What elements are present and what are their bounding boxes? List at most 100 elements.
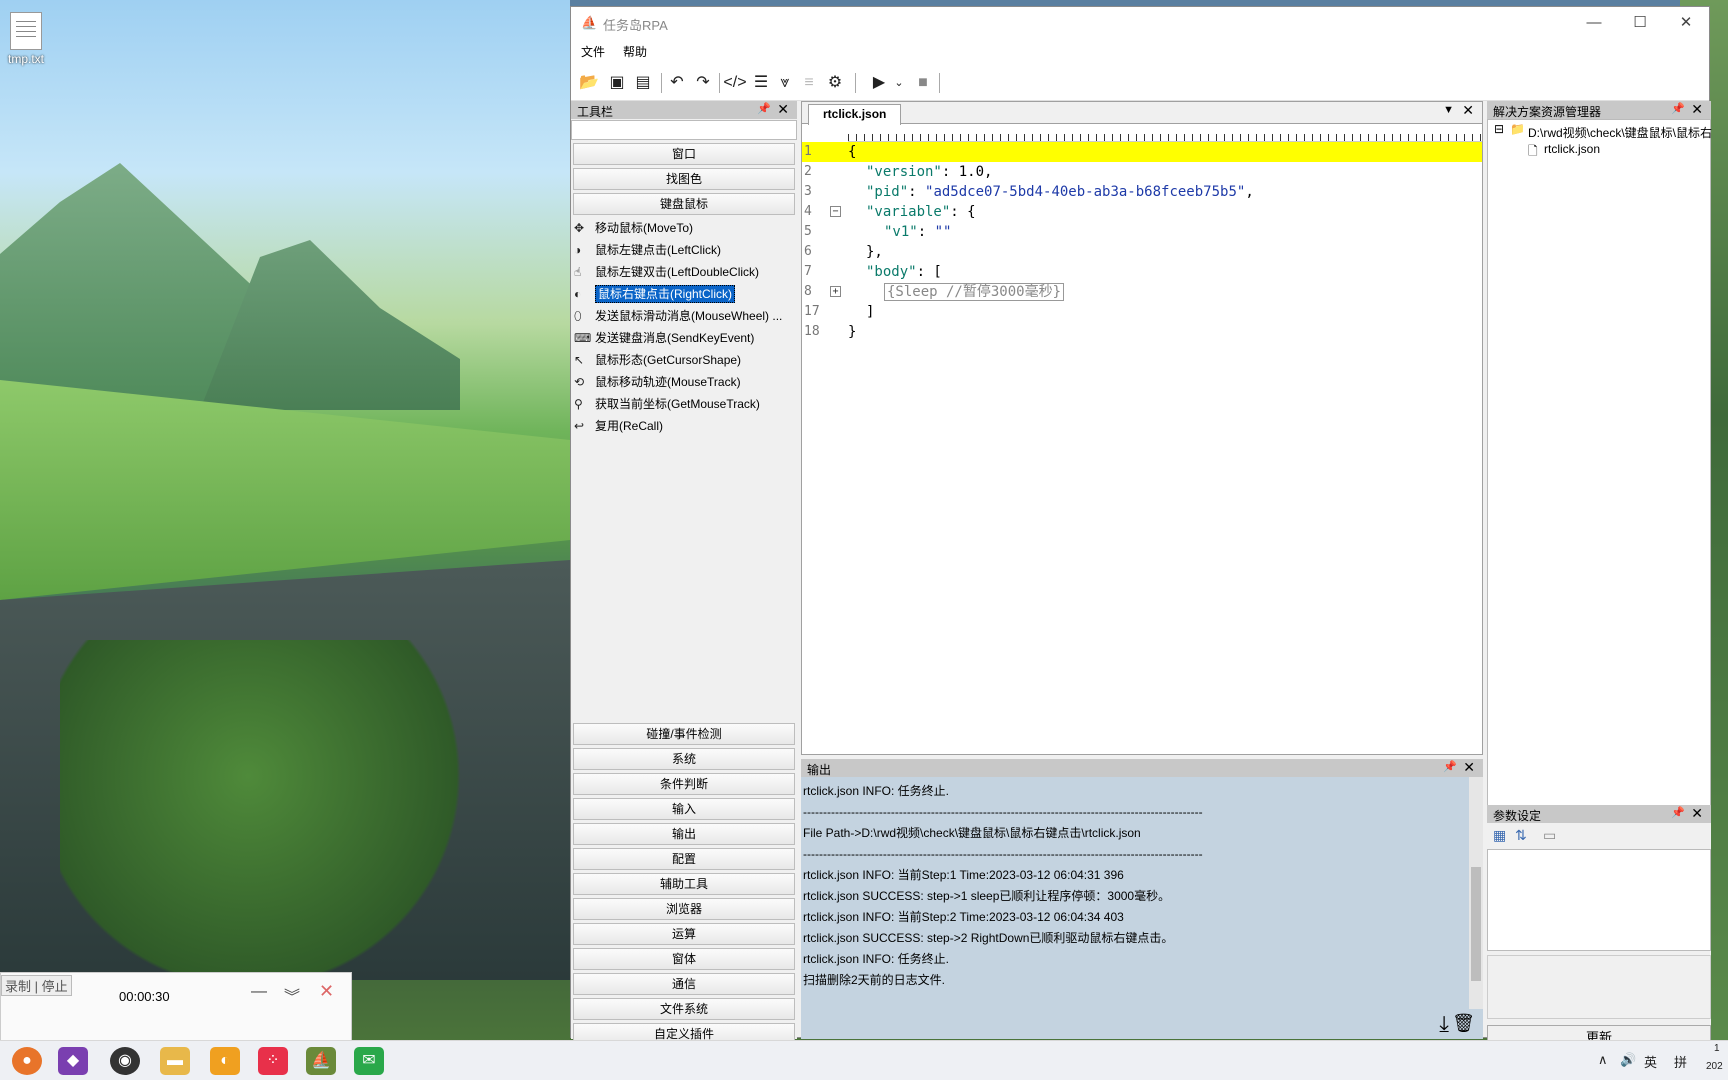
category-button[interactable]: 窗体 [573,948,795,970]
file-explorer-icon[interactable]: ▬ [160,1047,190,1075]
toolbox-item[interactable]: ⌨ 发送键盘消息(SendKeyEvent) [571,327,797,349]
collapse-icon[interactable]: ︾ [284,983,300,1007]
minimize-icon[interactable]: — [251,983,267,1001]
close-icon[interactable]: ✕ [319,981,334,1002]
screen-recorder-widget: 录制 | 停止 00:00:30 — ︾ ✕ [0,972,352,1042]
pin-icon[interactable]: 📌 [757,102,771,115]
save-icon[interactable]: ▣ [605,71,629,95]
app-dots-icon[interactable]: ⁘ [258,1047,288,1075]
tree-file-rtclick[interactable]: rtclick.json [1544,142,1600,156]
undo-icon[interactable]: ↶ [665,71,689,95]
toolbox-item-label: 鼠标移动轨迹(MouseTrack) [595,375,741,389]
menu-file[interactable]: 文件 [581,43,605,60]
keyboard-icon: ⌨ [574,331,592,345]
code-text: {Sleep //暂停3000毫秒} [884,282,1065,302]
category-button[interactable]: 输出 [573,823,795,845]
trash-icon[interactable]: 🗑 [1452,1013,1475,1034]
taskbar: ● ◆ ◉ ▬ ◐ ⁘ ⛵ ✉ ∧ 🔊 英 拼 1 202 [0,1040,1728,1080]
ime-language[interactable]: 英 [1644,1052,1657,1071]
toolbox-item[interactable]: ⚲ 获取当前坐标(GetMouseTrack) [571,393,797,415]
left-click-icon: ◑ [574,243,582,257]
wechat-icon[interactable]: ✉ [354,1047,384,1075]
rpa-app-icon[interactable]: ⛵ [306,1047,336,1075]
visual-studio-icon[interactable]: ◆ [58,1047,88,1075]
settings-gear-icon[interactable]: ⚙ [823,71,847,95]
category-button[interactable]: 系统 [573,748,795,770]
category-button[interactable]: 通信 [573,973,795,995]
firefox-icon[interactable]: ● [12,1047,42,1075]
menu-help[interactable]: 帮助 [623,43,647,60]
ime-layout[interactable]: 拼 [1674,1052,1687,1071]
minimize-button[interactable]: — [1571,11,1617,35]
sleep-step-block[interactable]: {Sleep //暂停3000毫秒} [884,283,1065,301]
category-button[interactable]: 碰撞/事件检测 [573,723,795,745]
clock-time[interactable]: 1 [1714,1043,1720,1054]
params-header: 参数设定 📌 ✕ [1487,805,1711,823]
maximize-button[interactable]: ☐ [1617,11,1663,35]
toolbox-item[interactable]: ⬯ 发送鼠标滑动消息(MouseWheel) ... [571,305,797,327]
open-folder-icon[interactable]: 📂 [577,71,601,95]
obs-icon[interactable]: ◉ [110,1047,140,1075]
category-button[interactable]: 文件系统 [573,998,795,1020]
pin-icon[interactable]: 📌 [1443,760,1457,773]
tree-collapse-icon[interactable]: ⊟ [1494,122,1504,136]
category-button[interactable]: 找图色 [573,168,795,190]
close-icon[interactable]: ✕ [1462,102,1474,119]
sort-alpha-icon[interactable]: ⇅ [1515,827,1527,844]
close-icon[interactable]: ✕ [1691,805,1703,822]
toolbox-item[interactable]: ◑ 鼠标左键点击(LeftClick) [571,239,797,261]
categorized-icon[interactable]: ▦ [1493,827,1506,844]
recorder-status-label[interactable]: 录制 | 停止 [1,975,72,996]
list-icon[interactable]: ≡ [797,71,821,95]
category-button[interactable]: 辅助工具 [573,873,795,895]
tab-rtclick-json[interactable]: rtclick.json [808,104,902,125]
desktop-file-icon[interactable]: tmp.txt [0,8,52,70]
toolbox-item[interactable]: ⟲ 鼠标移动轨迹(MouseTrack) [571,371,797,393]
toolbox-search-input[interactable] [571,120,797,140]
category-button[interactable]: 键盘鼠标 [573,193,795,215]
pin-icon[interactable]: 📌 [1671,806,1685,819]
code-punct: }, [866,244,883,260]
toolbox-item[interactable]: ☝ 鼠标左键双击(LeftDoubleClick) [571,261,797,283]
clock-date[interactable]: 202 [1706,1061,1723,1072]
volume-icon[interactable]: 🔊 [1620,1052,1636,1068]
desktop-file-label: tmp.txt [7,52,44,66]
toolbox-item[interactable]: ↩ 复用(ReCall) [571,415,797,437]
output-footer: ⤓ 🗑 [801,1009,1483,1039]
run-dropdown-icon[interactable]: ⌄ [887,71,911,95]
tray-chevron-icon[interactable]: ∧ [1598,1052,1608,1068]
output-scrollbar[interactable] [1469,777,1483,1009]
close-icon[interactable]: ✕ [1691,101,1703,118]
tab-dropdown-icon[interactable]: ▼ [1443,104,1454,116]
json-key: "body" [866,264,917,280]
format-icon[interactable]: ☰ [749,71,773,95]
close-icon[interactable]: ✕ [777,101,789,118]
stop-icon[interactable]: ■ [911,71,935,95]
tree-root-folder[interactable]: D:\rwd视频\check\键盘鼠标\鼠标右 [1528,124,1712,141]
category-button[interactable]: 输入 [573,798,795,820]
redo-icon[interactable]: ↷ [691,71,715,95]
category-button[interactable]: 条件判断 [573,773,795,795]
close-icon[interactable]: ✕ [1463,759,1475,776]
fold-expand-icon[interactable]: + [830,286,841,297]
code-icon[interactable]: </> [723,71,747,95]
category-button[interactable]: 浏览器 [573,898,795,920]
category-button[interactable]: 窗口 [573,143,795,165]
code-area[interactable]: 1{2 "version": 1.0, 3 "pid": "ad5dce07-5bd4… [802,142,1482,342]
pin-icon[interactable]: 📌 [1671,102,1685,115]
property-pages-icon[interactable]: ▭ [1543,827,1556,844]
collapse-all-icon[interactable]: ⩔ [773,71,797,95]
category-button[interactable]: 配置 [573,848,795,870]
fold-collapse-icon[interactable]: − [830,206,841,217]
save-all-icon[interactable]: ▤ [631,71,655,95]
toolbox-item[interactable]: ↖ 鼠标形态(GetCursorShape) [571,349,797,371]
download-icon[interactable]: ⤓ [1439,1011,1449,1037]
toolbox-item[interactable]: ◐ 鼠标右键点击(RightClick) [571,283,797,305]
close-button[interactable]: ✕ [1663,11,1709,35]
toolbox-item[interactable]: ✥ 移动鼠标(MoveTo) [571,217,797,239]
scrollbar-thumb[interactable] [1471,867,1481,981]
toolbox-header: 工具栏 📌 ✕ [571,101,797,119]
category-button[interactable]: 运算 [573,923,795,945]
app-orange-icon[interactable]: ◐ [210,1047,240,1075]
params-grid[interactable] [1487,849,1711,951]
